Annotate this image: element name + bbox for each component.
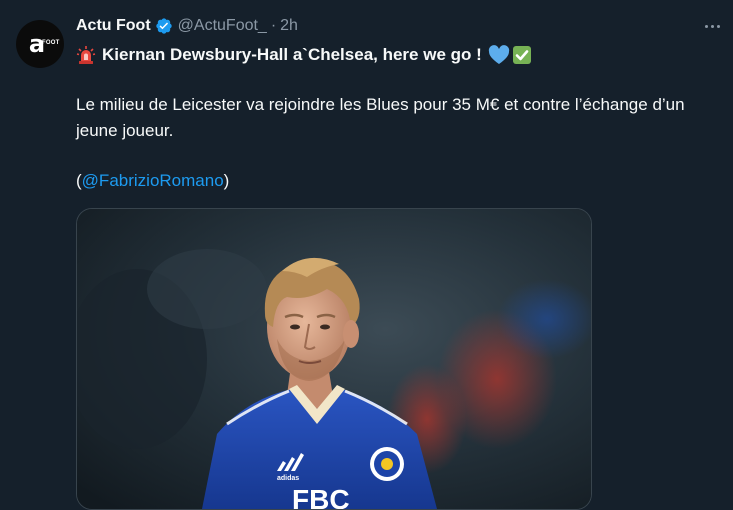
rotating-light-icon bbox=[76, 46, 96, 64]
check-mark-button-icon bbox=[512, 46, 531, 64]
header-separator: · bbox=[270, 17, 277, 34]
more-options-icon[interactable] bbox=[701, 16, 723, 36]
tweet-headline-line: Kiernan Dewsbury-Hall a`Chelsea, here we… bbox=[76, 42, 726, 68]
adidas-wordmark: adidas bbox=[277, 475, 299, 482]
verified-badge-icon bbox=[155, 18, 172, 34]
tweet-paragraph: Le milieu de Leicester va rejoindre les … bbox=[76, 95, 685, 140]
blue-heart-icon bbox=[488, 45, 509, 64]
mention-link[interactable]: @FabrizioRomano bbox=[82, 171, 224, 190]
mention-close-paren: ) bbox=[223, 171, 230, 190]
author-name[interactable]: Actu Foot bbox=[76, 17, 151, 35]
tweet-header: Actu Foot @ActuFoot_ · 2h bbox=[76, 14, 298, 38]
avatar[interactable]: a FOOT bbox=[16, 20, 64, 68]
tweet-media-image[interactable]: adidas FBC bbox=[76, 208, 592, 510]
avatar-logo-text: FOOT bbox=[42, 40, 60, 46]
tweet-timestamp[interactable]: 2h bbox=[280, 17, 298, 35]
mention-line: (@FabrizioRomano) bbox=[76, 168, 726, 194]
player-photo: adidas FBC bbox=[77, 209, 591, 509]
tweet-text: Kiernan Dewsbury-Hall a`Chelsea, here we… bbox=[76, 42, 726, 194]
tweet-headline: Kiernan Dewsbury-Hall a`Chelsea, here we… bbox=[102, 45, 482, 64]
jersey-sponsor-text: FBC bbox=[292, 484, 350, 509]
author-handle[interactable]: @ActuFoot_ bbox=[178, 17, 267, 35]
